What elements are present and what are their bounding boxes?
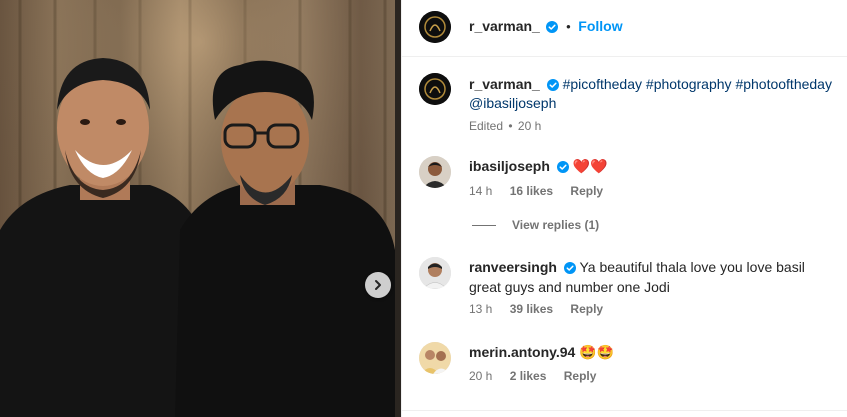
author-avatar[interactable] (419, 11, 451, 43)
caption-author-avatar[interactable] (419, 73, 451, 105)
comment-username[interactable]: merin.antony.94 (469, 344, 575, 360)
reply-button[interactable]: Reply (564, 369, 597, 383)
separator-dot: • (508, 119, 513, 133)
verified-badge-icon (546, 79, 559, 91)
comment-body: ranveersingh Ya beautiful thala love you… (469, 257, 839, 297)
comment-text: ❤️❤️ (572, 158, 608, 174)
comment-likes[interactable]: 39 likes (510, 302, 553, 316)
caption-username[interactable]: r_varman_ (469, 76, 540, 92)
comment-meta: 13 h 39 likes Reply (469, 302, 617, 316)
comment-time[interactable]: 20 h (469, 369, 492, 383)
comment-avatar[interactable] (419, 156, 451, 188)
comment-likes[interactable]: 16 likes (510, 184, 553, 198)
photo-image (0, 0, 401, 417)
comment-time[interactable]: 14 h (469, 184, 492, 198)
verified-badge-icon (556, 161, 569, 173)
hashtag-link[interactable]: #photography (646, 76, 732, 92)
mention-link[interactable]: @ibasiljoseph (469, 95, 556, 111)
view-replies-button[interactable]: View replies (1) (472, 218, 599, 232)
comment-avatar[interactable] (419, 342, 451, 374)
comment-body: merin.antony.94 🤩🤩 (469, 342, 614, 362)
comment-meta: 14 h 16 likes Reply (469, 184, 617, 198)
commenter-avatar-image (419, 342, 451, 374)
author-username[interactable]: r_varman_ (469, 18, 540, 34)
verified-badge-icon (563, 262, 576, 274)
reply-button[interactable]: Reply (570, 184, 603, 198)
caption-meta: Edited • 20 h (469, 119, 555, 133)
caption-avatar-image (419, 73, 451, 105)
header-user-row: r_varman_ • Follow (469, 18, 623, 34)
comment-likes[interactable]: 2 likes (510, 369, 547, 383)
comment-meta: 20 h 2 likes Reply (469, 369, 610, 383)
comment-avatar[interactable] (419, 257, 451, 289)
commenter-avatar-image (419, 156, 451, 188)
hashtag-link[interactable]: #photooftheday (735, 76, 832, 92)
post-panel: r_varman_ • Follow r_varman_ #picoftheda… (401, 0, 847, 417)
verified-badge-icon (546, 21, 559, 33)
author-avatar-image (419, 11, 451, 43)
comment-username[interactable]: ranveersingh (469, 259, 557, 275)
caption: r_varman_ #picoftheday #photography #pho… (469, 75, 841, 113)
comment-username[interactable]: ibasiljoseph (469, 158, 550, 174)
edited-label: Edited (469, 119, 504, 133)
commenter-avatar-image (419, 257, 451, 289)
divider-line (472, 224, 496, 226)
comment-time[interactable]: 13 h (469, 302, 492, 316)
post-header: r_varman_ • Follow (402, 0, 847, 57)
hashtag-link[interactable]: #picoftheday (563, 76, 642, 92)
post-time[interactable]: 20 h (518, 119, 541, 133)
follow-button[interactable]: Follow (578, 18, 622, 34)
view-replies-label: View replies (1) (512, 218, 600, 232)
reply-button[interactable]: Reply (570, 302, 603, 316)
divider (402, 410, 847, 411)
post-photo[interactable] (0, 0, 401, 417)
comment-body: ibasiljoseph ❤️❤️ (469, 156, 608, 176)
chevron-right-icon (375, 280, 381, 290)
next-photo-button[interactable] (365, 272, 391, 298)
comment-text: 🤩🤩 (579, 344, 615, 360)
separator-dot: • (566, 19, 571, 34)
